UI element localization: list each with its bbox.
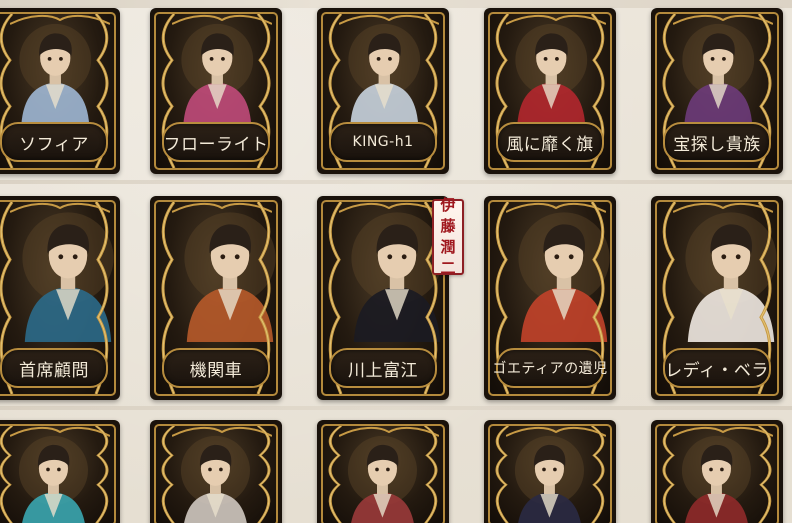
costume-name: 宝探し貴族	[673, 134, 761, 155]
character-portrait	[181, 23, 254, 126]
collab-tag-char: 藤	[440, 217, 456, 235]
character-portrait	[348, 23, 421, 126]
name-plate: 宝探し貴族	[663, 122, 771, 162]
name-plate: レディ・ベラ	[663, 348, 771, 388]
name-plate: ソフィア	[0, 122, 108, 162]
character-portrait	[515, 23, 588, 126]
name-plate: 風に靡く旗	[496, 122, 604, 162]
card-frame: 川上富江	[321, 200, 445, 396]
name-plate: ゴエティアの遺児	[492, 348, 607, 388]
costume-card[interactable]: 川上富江	[317, 196, 449, 400]
name-plate: 機関車	[162, 348, 270, 388]
collab-tag: 伊 藤 潤 二	[432, 196, 464, 277]
character-portrait	[22, 212, 114, 342]
collab-tag-char: 二	[440, 259, 456, 277]
row-divider	[0, 406, 792, 410]
costume-card[interactable]	[0, 420, 120, 523]
name-plate: 川上富江	[329, 348, 437, 388]
costume-card[interactable]: 風に靡く旗	[484, 8, 616, 174]
costume-card[interactable]: 宝探し貴族	[651, 8, 783, 174]
card-frame: ソフィア	[0, 12, 116, 170]
row-divider	[0, 180, 792, 184]
top-strip	[0, 0, 792, 8]
collab-tag-char: 潤	[440, 238, 456, 256]
name-plate: フローライト	[162, 122, 270, 162]
costume-card[interactable]: 機関車	[150, 196, 282, 400]
name-plate: KING-h1	[329, 122, 437, 162]
costume-card[interactable]: 首席顧問	[0, 196, 120, 400]
character-portrait	[19, 23, 92, 126]
card-frame: レディ・ベラ	[655, 200, 779, 396]
costume-gallery: ソフィア フローライト KING-h1 風に靡く旗 宝探し貴族首席顧問 機関車 川上富江 ゴエ…	[0, 0, 792, 523]
costume-card[interactable]: ソフィア	[0, 8, 120, 174]
character-portrait	[681, 435, 751, 523]
costume-card[interactable]: ゴエティアの遺児	[484, 196, 616, 400]
card-frame	[488, 424, 612, 523]
card-frame	[154, 424, 278, 523]
costume-name: ソフィア	[19, 134, 89, 155]
costume-name: 機関車	[189, 360, 243, 381]
card-frame: 機関車	[154, 200, 278, 396]
character-portrait	[682, 23, 755, 126]
character-portrait	[347, 435, 417, 523]
card-frame: KING-h1	[321, 12, 445, 170]
costume-card[interactable]: KING-h1	[317, 8, 449, 174]
card-frame	[655, 424, 779, 523]
character-portrait	[184, 212, 276, 342]
card-frame: フローライト	[154, 12, 278, 170]
costume-name: KING-h1	[352, 134, 414, 150]
character-portrait	[685, 212, 777, 342]
collab-tag-char: 伊	[440, 196, 456, 214]
card-frame: 宝探し貴族	[655, 12, 779, 170]
costume-card[interactable]: レディ・ベラ	[651, 196, 783, 400]
costume-name: 風に靡く旗	[506, 134, 594, 155]
character-portrait	[180, 435, 250, 523]
costume-name: 首席顧問	[19, 360, 89, 381]
costume-card[interactable]: フローライト	[150, 8, 282, 174]
costume-name: ゴエティアの遺児	[492, 361, 608, 377]
character-portrait	[518, 212, 610, 342]
costume-name: 川上富江	[348, 360, 418, 381]
costume-name: フローライト	[163, 134, 269, 155]
card-frame: 首席顧問	[0, 200, 116, 396]
card-frame: 風に靡く旗	[488, 12, 612, 170]
costume-card[interactable]	[317, 420, 449, 523]
character-portrait	[18, 435, 88, 523]
card-frame	[0, 424, 116, 523]
card-frame: ゴエティアの遺児	[488, 200, 612, 396]
name-plate: 首席顧問	[0, 348, 108, 388]
costume-card[interactable]	[484, 420, 616, 523]
costume-name: レディ・ベラ	[665, 360, 769, 381]
costume-card[interactable]	[150, 420, 282, 523]
costume-card[interactable]	[651, 420, 783, 523]
character-portrait	[351, 212, 443, 342]
card-frame	[321, 424, 445, 523]
character-portrait	[514, 435, 584, 523]
